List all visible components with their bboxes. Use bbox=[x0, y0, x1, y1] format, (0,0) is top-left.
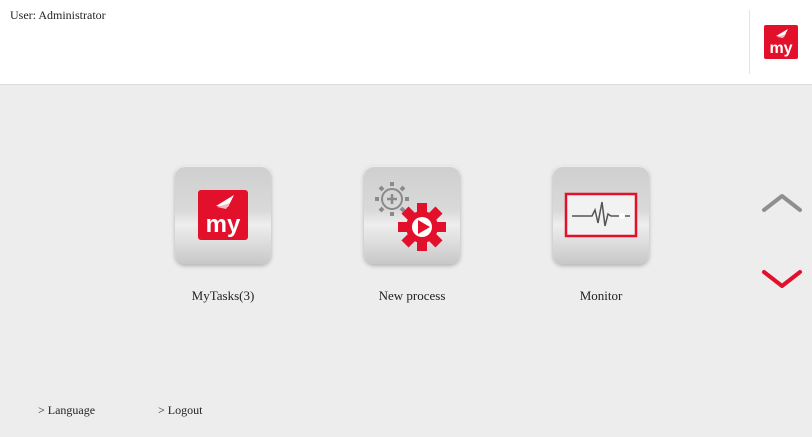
logout-link[interactable]: > Logout bbox=[158, 403, 202, 418]
monitor-tile[interactable] bbox=[553, 166, 649, 264]
mytasks-label[interactable]: MyTasks(3) bbox=[143, 288, 303, 304]
logo-text: my bbox=[769, 40, 792, 57]
my-logo-icon: my bbox=[764, 25, 798, 59]
mytasks-icon: my bbox=[198, 190, 248, 240]
new-process-label[interactable]: New process bbox=[332, 288, 492, 304]
header-bar: User: Administrator my bbox=[0, 0, 812, 85]
monitor-pulse-icon bbox=[564, 192, 638, 238]
tile-logo-text: my bbox=[206, 211, 241, 238]
user-label: User: Administrator bbox=[10, 8, 106, 22]
language-link[interactable]: > Language bbox=[38, 403, 95, 418]
chevron-up-icon[interactable] bbox=[760, 190, 804, 214]
monitor-label[interactable]: Monitor bbox=[521, 288, 681, 304]
new-process-tile[interactable] bbox=[364, 166, 460, 264]
mytasks-tile[interactable]: my bbox=[175, 166, 271, 264]
new-process-gear-icon bbox=[375, 182, 446, 251]
chevron-down-icon[interactable] bbox=[760, 266, 804, 290]
app-logo[interactable]: my bbox=[749, 10, 812, 74]
